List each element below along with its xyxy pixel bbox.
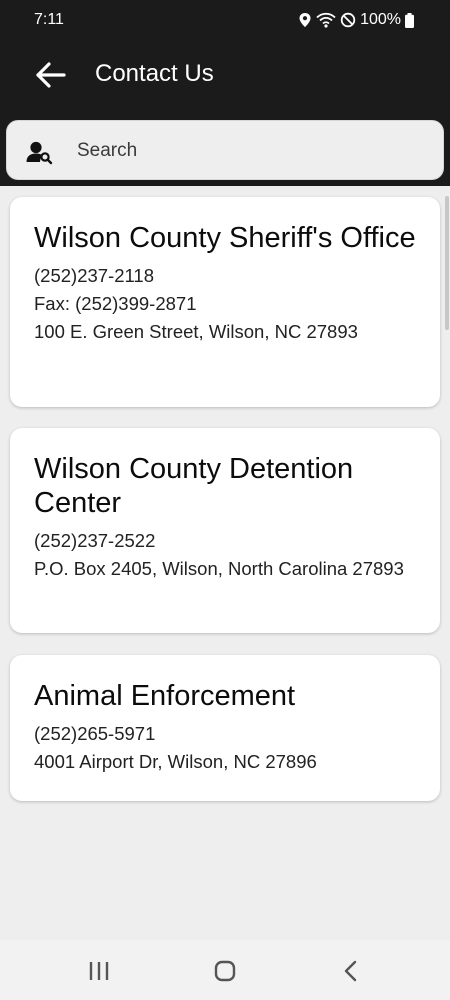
contact-phone[interactable]: (252)237-2118 bbox=[34, 264, 418, 287]
status-bar: 7:11 100% bbox=[0, 0, 450, 40]
battery-icon bbox=[405, 12, 414, 28]
contact-card[interactable]: Wilson County Sheriff's Office (252)237-… bbox=[10, 197, 440, 407]
contact-name: Animal Enforcement bbox=[34, 680, 296, 712]
contact-phone[interactable]: (252)237-2522 bbox=[34, 529, 418, 552]
contact-address[interactable]: 100 E. Green Street, Wilson, NC 27893 bbox=[34, 320, 418, 343]
search-input[interactable] bbox=[75, 135, 425, 167]
system-nav-bar bbox=[0, 940, 450, 1000]
contact-card[interactable]: Animal Enforcement (252)265-5971 4001 Ai… bbox=[10, 655, 440, 801]
recent-apps-icon[interactable] bbox=[86, 958, 112, 984]
status-icons: 100% bbox=[298, 11, 414, 29]
contact-phone[interactable]: (252)265-5971 bbox=[34, 722, 418, 745]
location-icon bbox=[299, 13, 311, 27]
battery-percent: 100% bbox=[360, 11, 401, 28]
page-title: Contact Us bbox=[95, 60, 214, 87]
scrollbar[interactable] bbox=[445, 196, 449, 330]
home-icon[interactable] bbox=[212, 958, 238, 984]
contact-fax: Fax: (252)399-2871 bbox=[34, 293, 197, 314]
wifi-icon bbox=[316, 12, 336, 28]
app-bar: Contact Us bbox=[0, 40, 450, 110]
contact-address[interactable]: P.O. Box 2405, Wilson, North Carolina 27… bbox=[34, 557, 418, 580]
do-not-disturb-icon bbox=[340, 12, 356, 28]
contact-name: Wilson County Detention Center bbox=[34, 453, 354, 519]
contact-card[interactable]: Wilson County Detention Center (252)237-… bbox=[10, 428, 440, 633]
person-search-icon bbox=[26, 141, 53, 165]
arrow-left-icon[interactable] bbox=[34, 58, 68, 92]
contact-name: Wilson County Sheriff's Office bbox=[34, 222, 416, 254]
search-bar[interactable] bbox=[6, 120, 444, 180]
back-icon[interactable] bbox=[338, 958, 364, 984]
contact-address[interactable]: 4001 Airport Dr, Wilson, NC 27896 bbox=[34, 750, 418, 773]
search-section bbox=[0, 110, 450, 186]
status-time: 7:11 bbox=[34, 11, 64, 28]
